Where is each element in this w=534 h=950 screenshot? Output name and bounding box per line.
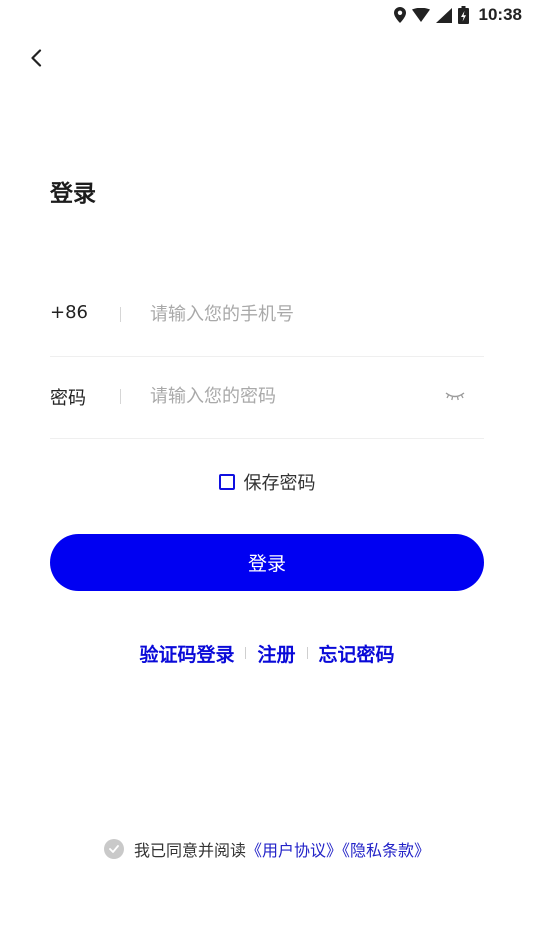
- phone-field-divider: [120, 307, 121, 322]
- agreement-checkbox[interactable]: [103, 839, 124, 859]
- privacy-policy-link[interactable]: 《隐私条款》: [342, 841, 430, 860]
- location-icon: [393, 7, 406, 23]
- save-password-label[interactable]: 保存密码: [244, 469, 316, 495]
- forgot-password-link[interactable]: 忘记密码: [319, 640, 395, 667]
- phone-input[interactable]: [150, 296, 430, 332]
- signal-icon: [435, 7, 452, 23]
- page-title: 登录: [50, 181, 96, 207]
- sms-login-link[interactable]: 验证码登录: [139, 640, 234, 667]
- link-separator: [245, 647, 247, 659]
- back-button[interactable]: [24, 46, 48, 70]
- status-icons: 10:38: [393, 4, 522, 26]
- auth-links: 验证码登录 注册 忘记密码: [0, 638, 534, 668]
- password-label: 密码: [50, 388, 86, 409]
- agreement-text: 我已同意并阅读《用户协议》《隐私条款》: [134, 837, 430, 861]
- password-field-row: 密码: [50, 356, 484, 439]
- password-field-divider: [120, 389, 121, 404]
- agreement-prefix: 我已同意并阅读: [133, 841, 246, 860]
- save-password-option[interactable]: 保存密码: [0, 468, 534, 496]
- eye-closed-icon[interactable]: [444, 388, 466, 404]
- agreement-row: 我已同意并阅读《用户协议》《隐私条款》: [0, 836, 534, 862]
- save-password-checkbox[interactable]: [218, 474, 235, 490]
- login-button[interactable]: 登录: [50, 534, 484, 591]
- chevron-left-icon: [31, 49, 42, 67]
- wifi-icon: [411, 8, 430, 22]
- phone-field-row: +86: [50, 274, 484, 357]
- user-agreement-link[interactable]: 《用户协议》: [246, 841, 342, 860]
- password-input[interactable]: [150, 378, 430, 414]
- status-time: 10:38: [478, 5, 522, 24]
- check-icon: [109, 845, 119, 853]
- status-bar: 10:38: [0, 0, 534, 30]
- battery-icon: [457, 6, 469, 24]
- register-link[interactable]: 注册: [257, 640, 295, 667]
- link-separator: [306, 647, 308, 659]
- country-code-label[interactable]: +86: [50, 302, 88, 323]
